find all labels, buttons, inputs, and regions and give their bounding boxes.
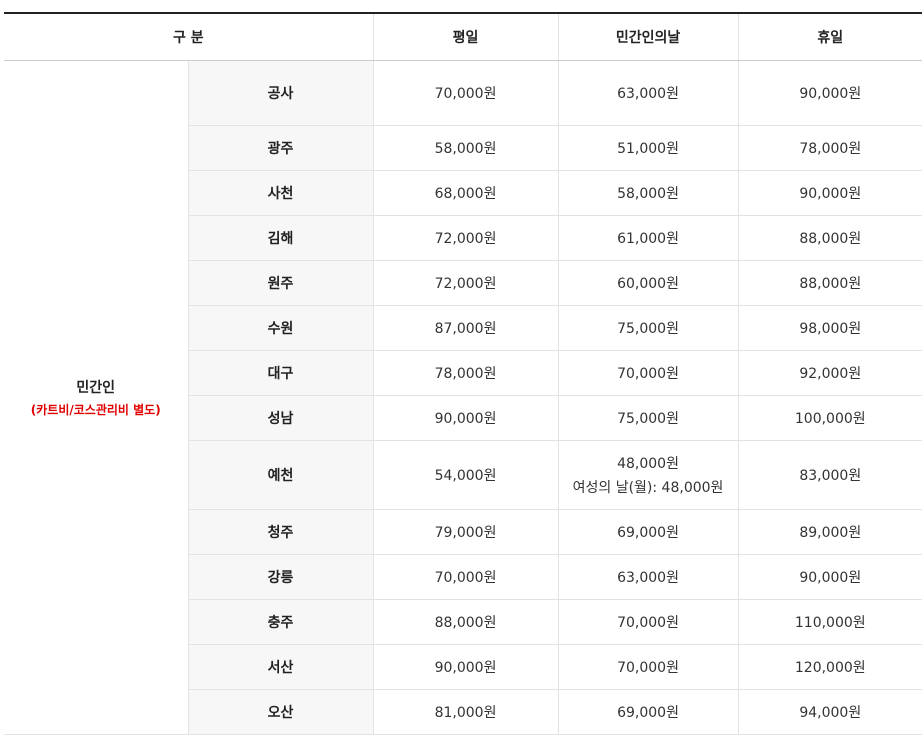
header-row: 구 분 평일 민간인의날 휴일	[4, 12, 922, 61]
civilian-day-price: 63,000원	[617, 86, 679, 102]
civilian-day-price: 61,000원	[617, 231, 679, 247]
region-cell: 사천	[188, 170, 374, 216]
region-cell: 원주	[188, 260, 374, 306]
category-note: (카트비/코스관리비 별도)	[30, 403, 161, 417]
weekday-price: 70,000원	[373, 60, 559, 126]
region-cell: 대구	[188, 350, 374, 396]
weekday-price: 88,000원	[373, 599, 559, 645]
civilian-day-price-cell: 69,000원	[558, 689, 739, 735]
region-cell: 충주	[188, 599, 374, 645]
weekday-price: 70,000원	[373, 554, 559, 600]
civilian-day-price: 60,000원	[617, 276, 679, 292]
civilian-day-price: 51,000원	[617, 141, 679, 157]
civilian-day-price-cell: 75,000원	[558, 395, 739, 441]
fee-table: 구 분 평일 민간인의날 휴일 민간인 (카트비/코스관리비 별도) 공사 70,00…	[4, 12, 922, 735]
civilian-day-price-cell: 58,000원	[558, 170, 739, 216]
civilian-day-price-cell: 51,000원	[558, 125, 739, 171]
civilian-day-price-cell: 48,000원여성의 날(월): 48,000원	[558, 440, 739, 510]
civilian-day-price: 48,000원	[617, 456, 679, 472]
civilian-day-price: 69,000원	[617, 705, 679, 721]
weekday-price: 79,000원	[373, 509, 559, 555]
holiday-price: 100,000원	[738, 395, 922, 441]
region-cell: 김해	[188, 215, 374, 261]
holiday-price: 110,000원	[738, 599, 922, 645]
holiday-price: 78,000원	[738, 125, 922, 171]
weekday-price: 72,000원	[373, 215, 559, 261]
holiday-price: 90,000원	[738, 60, 922, 126]
table-body: 민간인 (카트비/코스관리비 별도) 공사 70,000원 63,000원 90,000원…	[4, 60, 922, 735]
civilian-day-price: 70,000원	[617, 366, 679, 382]
holiday-price: 94,000원	[738, 689, 922, 735]
region-cell: 예천	[188, 440, 374, 510]
region-cell: 광주	[188, 125, 374, 171]
civilian-day-price: 58,000원	[617, 186, 679, 202]
region-cell: 공사	[188, 60, 374, 126]
holiday-price: 83,000원	[738, 440, 922, 510]
table-row: 민간인 (카트비/코스관리비 별도) 공사 70,000원 63,000원 90,000원	[4, 60, 922, 735]
region-cell: 오산	[188, 689, 374, 735]
weekday-price: 58,000원	[373, 125, 559, 171]
region-cell: 서산	[188, 644, 374, 690]
region-cell: 성남	[188, 395, 374, 441]
weekday-price: 87,000원	[373, 305, 559, 351]
header-holiday: 휴일	[737, 12, 922, 61]
holiday-price: 98,000원	[738, 305, 922, 351]
civilian-day-price-cell: 63,000원	[558, 60, 739, 126]
holiday-price: 90,000원	[738, 170, 922, 216]
civilian-day-price-cell: 69,000원	[558, 509, 739, 555]
weekday-price: 68,000원	[373, 170, 559, 216]
civilian-day-price: 70,000원	[617, 615, 679, 631]
civilian-day-price-cell: 61,000원	[558, 215, 739, 261]
weekday-price: 54,000원	[373, 440, 559, 510]
header-weekday: 평일	[372, 12, 559, 61]
civilian-day-price-cell: 60,000원	[558, 260, 739, 306]
civilian-day-price-cell: 63,000원	[558, 554, 739, 600]
holiday-price: 89,000원	[738, 509, 922, 555]
civilian-day-price: 75,000원	[617, 411, 679, 427]
holiday-price: 90,000원	[738, 554, 922, 600]
civilian-day-price: 69,000원	[617, 525, 679, 541]
civilian-day-price-cell: 70,000원	[558, 644, 739, 690]
region-cell: 수원	[188, 305, 374, 351]
category-cell: 민간인 (카트비/코스관리비 별도)	[4, 60, 189, 735]
civilian-day-price: 75,000원	[617, 321, 679, 337]
region-cell: 청주	[188, 509, 374, 555]
weekday-price: 72,000원	[373, 260, 559, 306]
header-division: 구 분	[4, 12, 374, 61]
civilian-day-price: 63,000원	[617, 570, 679, 586]
holiday-price: 88,000원	[738, 215, 922, 261]
civilian-day-price: 70,000원	[617, 660, 679, 676]
civilian-day-note: 여성의 날(월): 48,000원	[572, 480, 724, 496]
holiday-price: 88,000원	[738, 260, 922, 306]
holiday-price: 120,000원	[738, 644, 922, 690]
holiday-price: 92,000원	[738, 350, 922, 396]
weekday-price: 78,000원	[373, 350, 559, 396]
civilian-day-price-cell: 75,000원	[558, 305, 739, 351]
civilian-day-price-cell: 70,000원	[558, 599, 739, 645]
weekday-price: 81,000원	[373, 689, 559, 735]
header-civilian-day: 민간인의날	[557, 12, 739, 61]
weekday-price: 90,000원	[373, 395, 559, 441]
civilian-day-price-cell: 70,000원	[558, 350, 739, 396]
category-title: 민간인	[76, 380, 116, 396]
region-cell: 강릉	[188, 554, 374, 600]
weekday-price: 90,000원	[373, 644, 559, 690]
